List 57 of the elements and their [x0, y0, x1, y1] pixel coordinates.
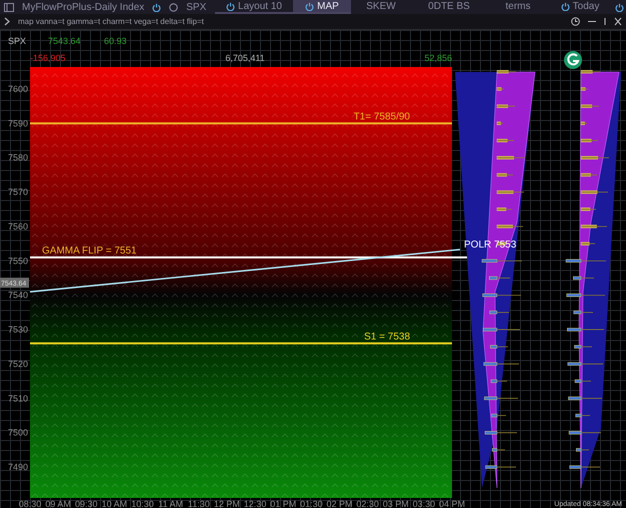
- x-axis-label: 10 AM: [102, 499, 128, 508]
- x-axis-label: 11 AM: [158, 499, 184, 508]
- y-axis-label: 7550: [8, 256, 28, 266]
- tab[interactable]: terms: [487, 0, 549, 14]
- power-icon[interactable]: [560, 2, 570, 10]
- y-axis-label: 7580: [8, 152, 28, 163]
- tab[interactable]: SKEW: [351, 0, 411, 14]
- total-value: 52,856: [424, 53, 452, 63]
- y-axis-label: 7530: [8, 324, 28, 335]
- power-icon[interactable]: [152, 2, 162, 12]
- x-axis-label: 09 AM: [45, 499, 71, 508]
- window-title: MyFlowProPlus-Daily Index: [22, 0, 144, 14]
- symbol-label: SPX: [8, 36, 26, 46]
- total-value: -156,905: [30, 53, 66, 63]
- tab[interactable]: 0DTE BS: [411, 0, 487, 14]
- clock-icon[interactable]: [571, 17, 580, 26]
- power-icon[interactable]: [615, 2, 624, 12]
- sidebar-icon[interactable]: [4, 2, 14, 12]
- x-axis-label: 03:30: [412, 499, 436, 508]
- power-icon[interactable]: [226, 2, 236, 10]
- y-axis-label: 7520: [8, 358, 28, 369]
- x-axis-label: 12 PM: [214, 499, 240, 508]
- x-axis-label: 12:30: [244, 499, 266, 508]
- tab[interactable]: Today: [549, 0, 611, 14]
- price-value: 7543.64: [48, 36, 81, 46]
- g-logo-icon: [564, 51, 582, 69]
- power-icon[interactable]: [305, 2, 314, 10]
- symbol-label: SPX: [186, 0, 206, 14]
- level-label: T1= 7585/90: [354, 111, 410, 122]
- y-axis-label: 7590: [8, 118, 28, 128]
- y-axis-label: 7540: [8, 290, 28, 300]
- tab[interactable]: MAP: [293, 0, 351, 14]
- x-axis-label: 03 PM: [382, 499, 409, 508]
- y-axis-label: 7490: [8, 462, 28, 472]
- y-axis-label: 7570: [8, 187, 28, 198]
- change-value: 60.93: [104, 36, 127, 46]
- chevron-right-icon[interactable]: [4, 17, 10, 26]
- x-axis-label: 04 PM: [439, 499, 465, 508]
- close-icon[interactable]: [614, 17, 622, 26]
- x-axis-label: 09:30: [75, 499, 98, 508]
- y-axis-label: 7600: [8, 84, 28, 94]
- x-axis-label: 08:30: [18, 499, 42, 508]
- x-axis-label: 01 PM: [270, 499, 296, 508]
- level-label: S1 = 7538: [364, 331, 410, 342]
- circle-icon[interactable]: [169, 2, 178, 12]
- x-axis-label: 01:30: [300, 499, 323, 508]
- y-axis-label: 7500: [8, 428, 28, 438]
- x-axis-label: 11:30: [188, 499, 210, 508]
- x-axis-label: 10:30: [131, 499, 154, 508]
- level-label: GAMMA FLIP = 7551: [42, 245, 137, 256]
- x-axis-label: 02:30: [356, 499, 379, 508]
- divider-icon[interactable]: [604, 17, 606, 26]
- total-value: 6,705,411: [225, 53, 265, 63]
- command-text: map vanna=t gamma=t charm=t vega=t delta=t flip=t: [18, 16, 204, 28]
- x-axis-label: 02 PM: [326, 499, 352, 508]
- y-axis-label: 7560: [8, 221, 28, 232]
- y-axis-label: 7510: [8, 393, 28, 404]
